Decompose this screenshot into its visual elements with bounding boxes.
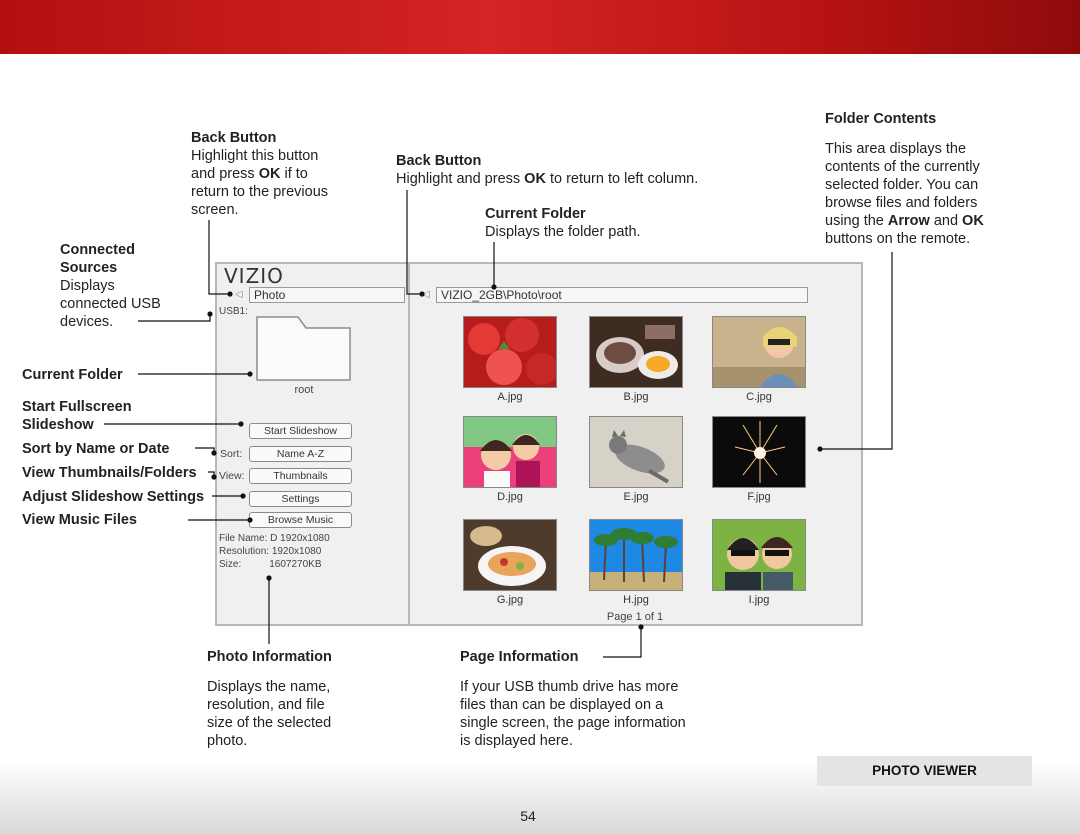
callout-lines	[104, 190, 893, 658]
section-tag: PHOTO VIEWER	[817, 756, 1032, 786]
page-number: 54	[520, 808, 536, 824]
